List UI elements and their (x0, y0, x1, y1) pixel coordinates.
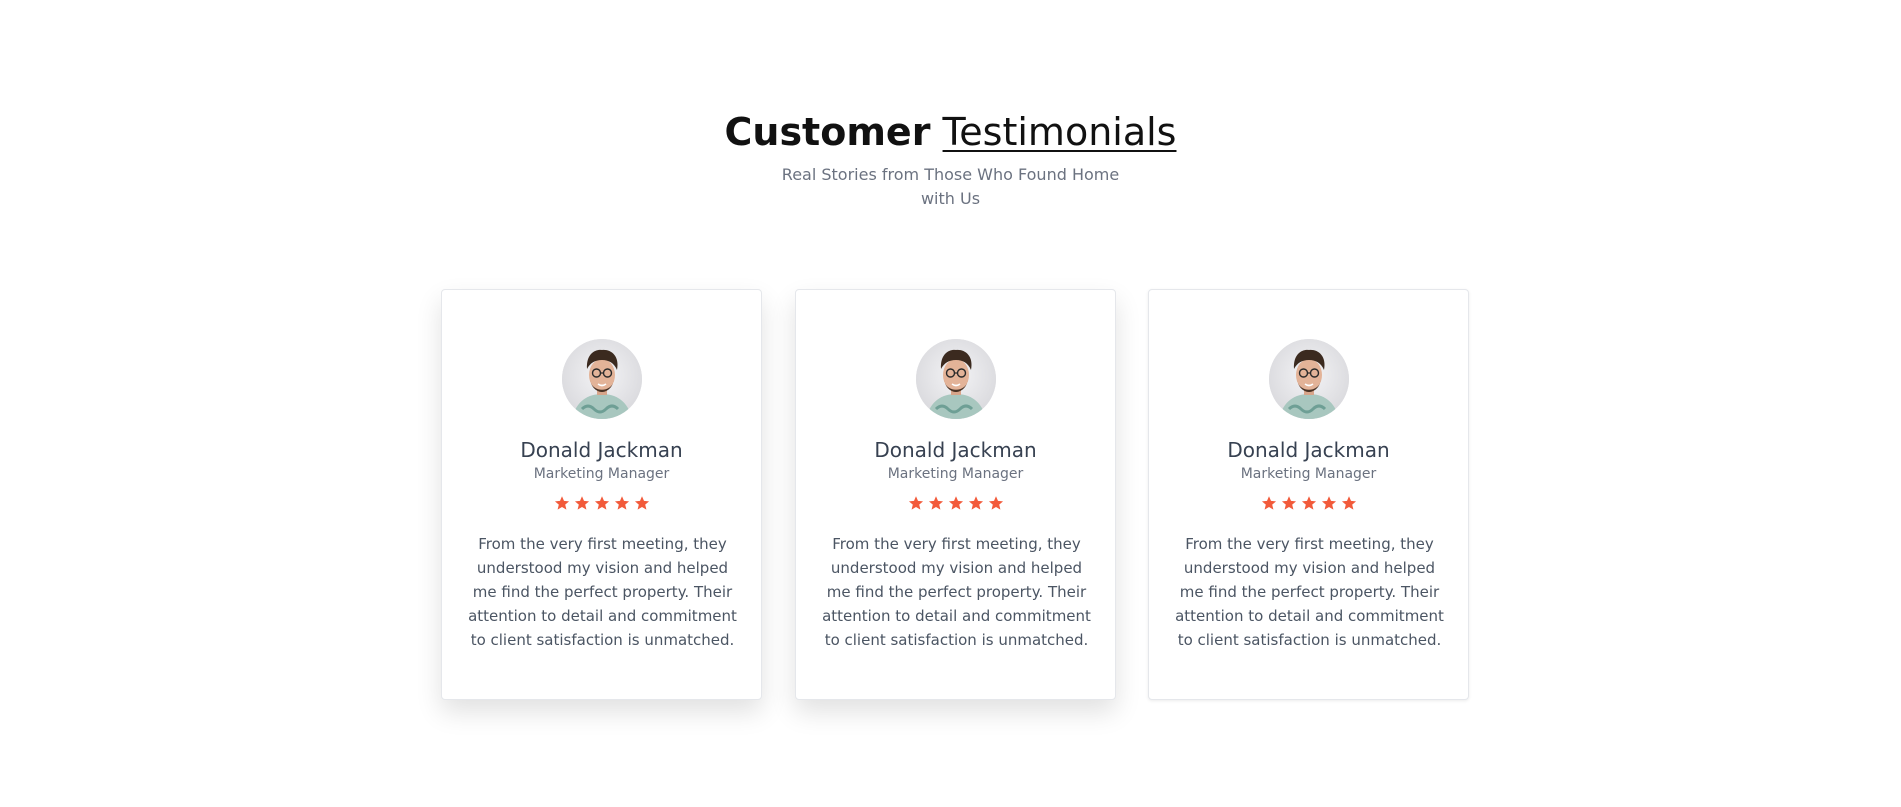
testimonial-role: Marketing Manager (887, 466, 1024, 482)
testimonial-name: Donald Jackman (520, 438, 683, 462)
section-title: Customer Testimonials (0, 108, 1901, 156)
star-icon (594, 495, 610, 511)
avatar-photo-icon (916, 339, 996, 419)
star-rating (442, 495, 761, 511)
avatar (1269, 339, 1349, 419)
section-title-light: Testimonials (942, 110, 1177, 154)
testimonial-name: Donald Jackman (1227, 438, 1390, 462)
avatar (562, 339, 642, 419)
testimonial-quote: From the very first meeting, they unders… (468, 535, 737, 649)
section-subtitle-line-1: Real Stories from Those Who Found Home (781, 165, 1120, 184)
testimonial-name: Donald Jackman (874, 438, 1037, 462)
testimonial-card: Donald Jackman Marketing Manager From th… (1148, 289, 1469, 700)
star-icon (1301, 495, 1317, 511)
star-icon (948, 495, 964, 511)
testimonial-role: Marketing Manager (533, 466, 670, 482)
testimonial-quote: From the very first meeting, they unders… (1175, 535, 1444, 649)
section-subtitle-line-2: with Us (920, 189, 981, 208)
star-icon (1341, 495, 1357, 511)
star-icon (928, 495, 944, 511)
star-icon (1321, 495, 1337, 511)
avatar-photo-icon (1269, 339, 1349, 419)
avatar (916, 339, 996, 419)
section-title-strong: Customer (724, 110, 931, 154)
avatar-photo-icon (562, 339, 642, 419)
testimonial-quote: From the very first meeting, they unders… (822, 535, 1091, 649)
star-icon (574, 495, 590, 511)
testimonial-card: Donald Jackman Marketing Manager From th… (441, 289, 762, 700)
star-icon (968, 495, 984, 511)
star-icon (634, 495, 650, 511)
star-icon (1261, 495, 1277, 511)
testimonial-role: Marketing Manager (1240, 466, 1377, 482)
star-icon (988, 495, 1004, 511)
section-subtitle: Real Stories from Those Who Found Home w… (0, 163, 1901, 211)
star-icon (908, 495, 924, 511)
star-rating (796, 495, 1115, 511)
testimonial-card: Donald Jackman Marketing Manager From th… (795, 289, 1116, 700)
star-icon (554, 495, 570, 511)
star-icon (1281, 495, 1297, 511)
testimonial-cards: Donald Jackman Marketing Manager From th… (0, 289, 1901, 701)
testimonials-section: Customer Testimonials Real Stories from … (0, 0, 1901, 807)
star-icon (614, 495, 630, 511)
star-rating (1149, 495, 1468, 511)
